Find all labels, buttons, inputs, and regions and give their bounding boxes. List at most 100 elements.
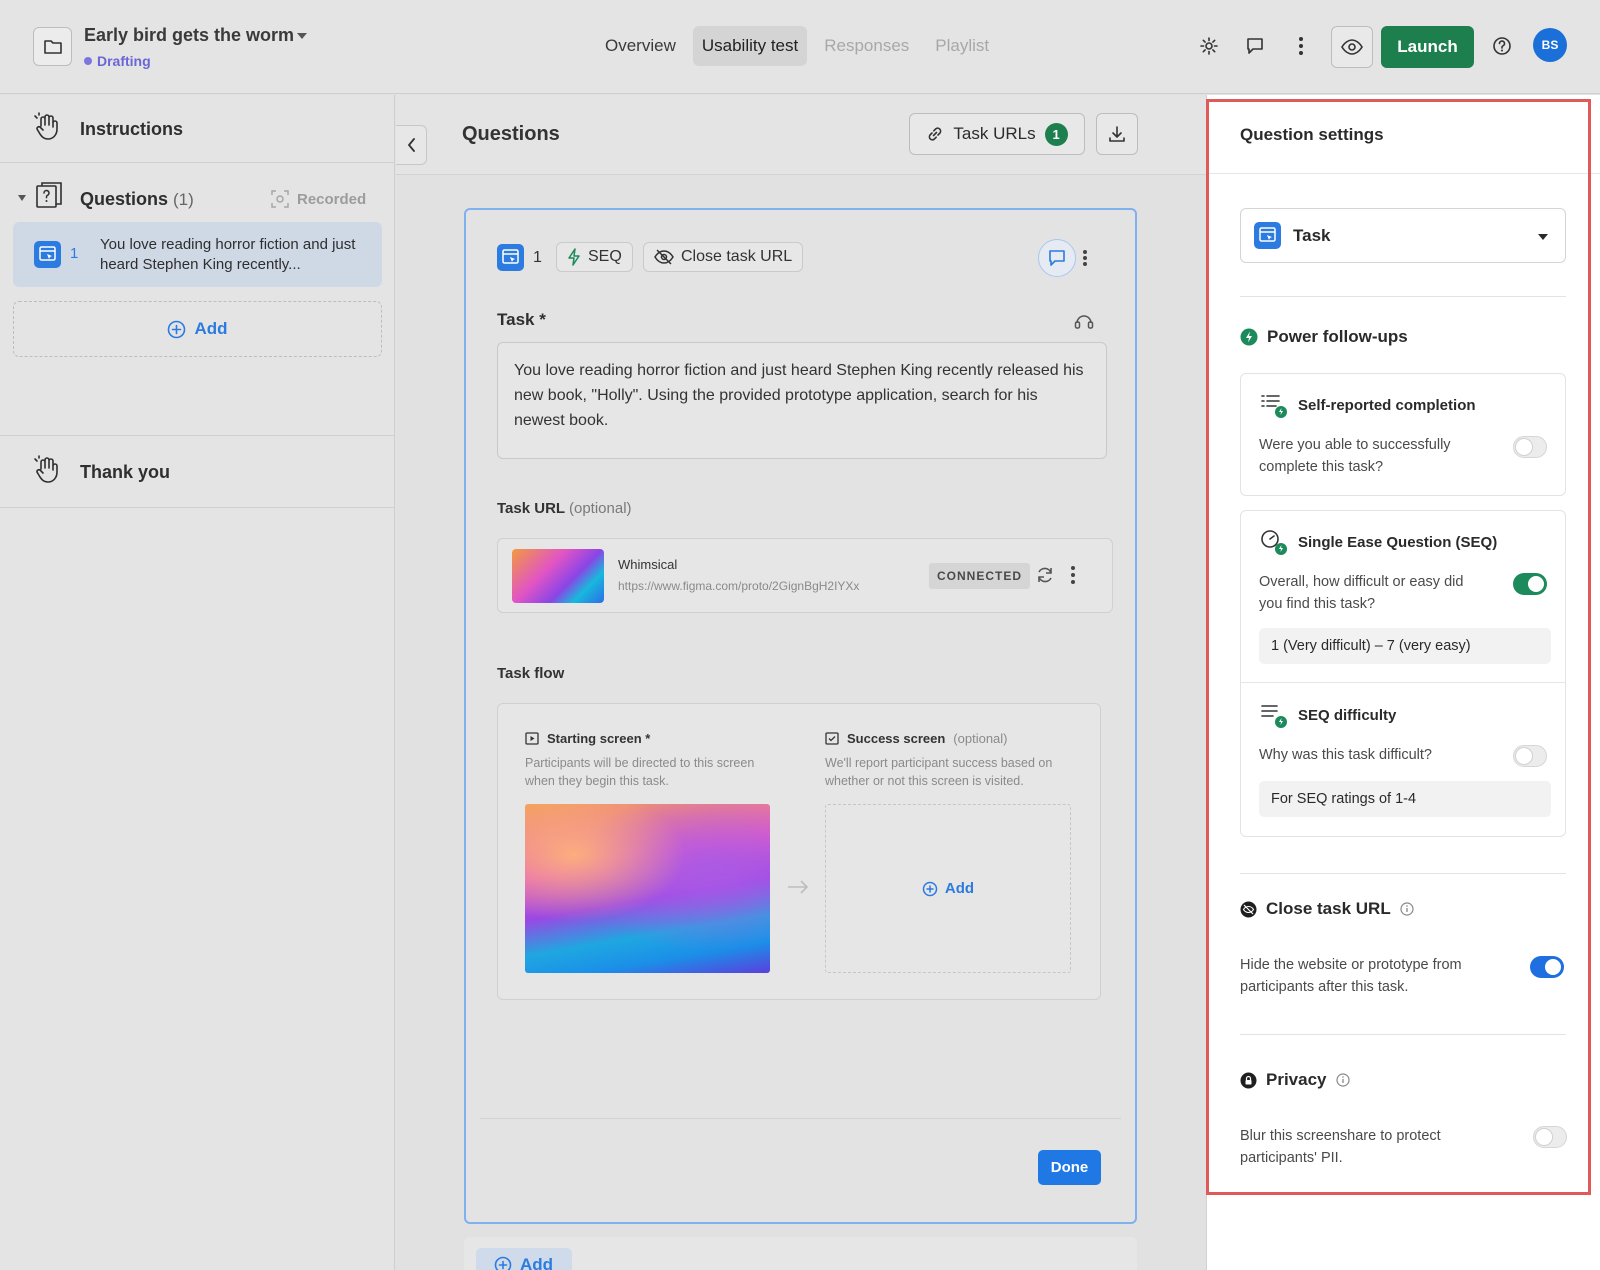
avatar[interactable]: BS <box>1533 28 1567 62</box>
done-button[interactable]: Done <box>1038 1150 1101 1185</box>
privacy-desc: Blur this screenshare to protect partici… <box>1240 1128 1441 1166</box>
caret-down-icon[interactable] <box>296 31 308 41</box>
task-url-label: Task URL (optional) <box>497 500 632 517</box>
info-icon[interactable] <box>1400 902 1414 916</box>
success-screen-title: Success screen (optional) <box>825 731 1008 746</box>
waving-hand-icon <box>34 112 58 140</box>
more-menu-button[interactable] <box>1283 28 1319 64</box>
eye-icon <box>1341 39 1363 55</box>
questions-section: Questions (1) Recorded 1 You love readin… <box>0 163 395 436</box>
divider <box>1240 873 1566 874</box>
check-screen-icon <box>825 731 839 745</box>
comment-button[interactable] <box>1038 239 1076 277</box>
starting-screen-thumbnail[interactable] <box>525 804 770 973</box>
power-bolt-icon <box>1240 328 1258 346</box>
kebab-icon[interactable] <box>1070 565 1076 585</box>
success-screen-desc: We'll report participant success based o… <box>825 756 1053 788</box>
link-icon <box>929 127 942 141</box>
task-urls-button[interactable]: Task URLs 1 <box>909 113 1085 155</box>
tab-playlist[interactable]: Playlist <box>926 26 998 66</box>
sidebar-item-thank-you[interactable]: Thank you <box>0 436 395 508</box>
seq-scale-field[interactable]: 1 (Very difficult) – 7 (very easy) <box>1259 628 1551 664</box>
record-icon <box>271 190 289 208</box>
question-preview-text: You love reading horror fiction and just… <box>100 236 356 273</box>
folder-button[interactable] <box>33 27 72 66</box>
arrow-right-icon <box>788 880 809 894</box>
followup-desc: Why was this task difficult? <box>1259 747 1432 763</box>
url-value[interactable]: https://www.figma.com/proto/2GignBgH2IYX… <box>618 579 859 593</box>
help-button[interactable] <box>1484 28 1520 64</box>
thank-you-label: Thank you <box>80 462 171 482</box>
collapse-caret-icon[interactable] <box>17 194 27 202</box>
main-nav: Overview Usability test Responses Playli… <box>596 26 998 66</box>
page-title: Questions <box>462 123 560 145</box>
download-icon <box>1109 126 1125 142</box>
project-status-label: Drafting <box>97 53 151 69</box>
starting-screen-desc: Participants will be directed to this sc… <box>525 756 755 788</box>
waving-hand-icon <box>34 455 58 483</box>
close-task-url-chip[interactable]: Close task URL <box>643 242 804 272</box>
eye-off-circle-icon <box>1240 901 1257 917</box>
bottom-add-area: Add <box>464 1237 1137 1270</box>
download-button[interactable] <box>1096 113 1138 155</box>
question-number: 1 <box>70 245 79 262</box>
task-text-field[interactable]: You love reading horror fiction and just… <box>497 342 1107 459</box>
divider <box>1241 682 1565 683</box>
kebab-icon[interactable] <box>1082 249 1088 267</box>
task-flow-box: Starting screen * Participants will be d… <box>497 703 1101 1000</box>
task-label: Task * <box>497 310 546 329</box>
status-dot <box>84 57 92 65</box>
lock-circle-icon <box>1240 1072 1257 1088</box>
tab-responses[interactable]: Responses <box>815 26 918 66</box>
list-bolt-icon <box>1261 705 1287 728</box>
task-type-icon <box>34 241 61 268</box>
privacy-heading: Privacy <box>1240 1070 1350 1090</box>
plus-circle-icon <box>494 1256 512 1270</box>
comment-icon <box>1247 38 1263 54</box>
collapse-sidebar-button[interactable] <box>396 125 427 165</box>
launch-button[interactable]: Launch <box>1381 26 1474 68</box>
plus-circle-icon <box>922 881 938 896</box>
followup-title: SEQ difficulty <box>1298 707 1397 724</box>
followup-self-reported: Self-reported completion Were you able t… <box>1240 373 1566 496</box>
questions-icon <box>36 182 62 208</box>
seq-toggle[interactable] <box>1513 573 1547 595</box>
top-bar: Early bird gets the worm Drafting Overvi… <box>0 0 1600 94</box>
questions-label: Questions <box>80 189 169 209</box>
self-reported-toggle[interactable] <box>1513 436 1547 458</box>
sidebar-item-instructions[interactable]: Instructions <box>0 95 395 163</box>
task-flow-label: Task flow <box>497 665 565 682</box>
privacy-toggle[interactable] <box>1533 1126 1567 1148</box>
task-url-box: Whimsical https://www.figma.com/proto/2G… <box>497 538 1113 613</box>
question-card: 1 SEQ Close task URL Task * You love rea… <box>464 208 1137 1224</box>
refresh-icon[interactable] <box>1035 565 1055 585</box>
seq-difficulty-range-field[interactable]: For SEQ ratings of 1-4 <box>1259 781 1551 817</box>
task-url-optional: (optional) <box>568 500 632 517</box>
play-screen-icon <box>525 731 539 745</box>
recorded-indicator: Recorded <box>271 190 366 208</box>
add-block-button[interactable]: Add <box>476 1248 572 1270</box>
question-type-select[interactable]: Task <box>1240 208 1566 263</box>
info-icon[interactable] <box>1335 1073 1350 1087</box>
preview-button[interactable] <box>1331 26 1373 68</box>
close-task-url-toggle[interactable] <box>1530 956 1564 978</box>
comments-button[interactable] <box>1237 28 1273 64</box>
project-status: Drafting <box>84 53 151 69</box>
starting-screen-title: Starting screen * <box>525 731 650 746</box>
seq-difficulty-toggle[interactable] <box>1513 745 1547 767</box>
settings-button[interactable] <box>1191 28 1227 64</box>
seq-chip[interactable]: SEQ <box>556 242 633 272</box>
editor-header: Questions Task URLs 1 <box>396 95 1206 175</box>
add-question-button[interactable]: Add <box>13 301 382 357</box>
question-type-value: Task <box>1293 225 1331 245</box>
add-success-screen-button[interactable]: Add <box>825 804 1071 973</box>
success-optional: (optional) <box>953 731 1008 746</box>
tab-usability-test[interactable]: Usability test <box>692 26 808 66</box>
question-settings-panel: Question settings Task Power follow-ups … <box>1206 95 1600 1270</box>
voice-icon[interactable] <box>1074 313 1094 329</box>
question-list-item[interactable]: 1 You love reading horror fiction and ju… <box>13 222 382 287</box>
power-followups-heading: Power follow-ups <box>1240 327 1408 347</box>
followup-desc: Overall, how difficult or easy did you f… <box>1259 574 1464 612</box>
tab-overview[interactable]: Overview <box>596 26 685 66</box>
project-title[interactable]: Early bird gets the worm <box>84 25 294 46</box>
